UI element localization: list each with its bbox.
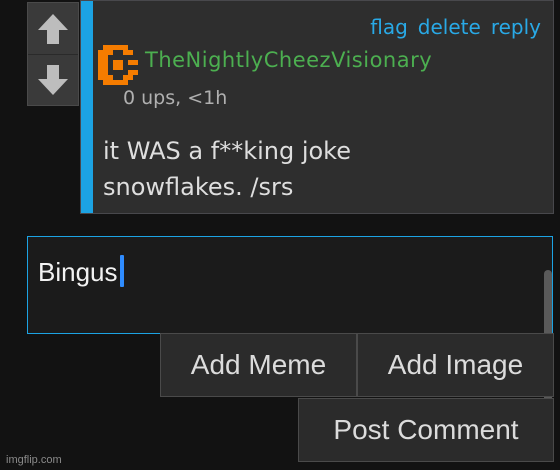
comment-input-text: Bingus (38, 257, 118, 287)
add-meme-button[interactable]: Add Meme (160, 333, 357, 397)
comment-meta: 0 ups, <1h (123, 87, 228, 109)
comment-text: it WAS a f**king joke snowflakes. /srs (103, 133, 523, 205)
flag-link[interactable]: flag (370, 15, 408, 39)
reply-link[interactable]: reply (491, 15, 541, 39)
comment-card: flag delete reply TheNightlyCheezVisiona… (80, 0, 554, 214)
post-comment-button[interactable]: Post Comment (298, 398, 554, 462)
comment-input[interactable]: Bingus (27, 236, 553, 334)
add-image-button[interactable]: Add Image (357, 333, 554, 397)
arrow-up-icon (38, 13, 68, 44)
comment-accent-bar (81, 1, 93, 213)
upvote-button[interactable] (28, 3, 78, 55)
comment-username[interactable]: TheNightlyCheezVisionary (145, 48, 432, 72)
text-caret (119, 255, 124, 287)
delete-link[interactable]: delete (418, 15, 481, 39)
downvote-button[interactable] (28, 54, 78, 105)
comment-actions: flag delete reply (370, 15, 541, 39)
comment-text-line: snowflakes. /srs (103, 173, 294, 201)
comment-text-line: it WAS a f**king joke (103, 137, 351, 165)
arrow-down-icon (38, 64, 68, 95)
vote-column (27, 2, 79, 106)
watermark: imgflip.com (6, 454, 62, 466)
avatar-icon[interactable] (98, 45, 138, 85)
comment-input-value: Bingus (38, 255, 124, 288)
